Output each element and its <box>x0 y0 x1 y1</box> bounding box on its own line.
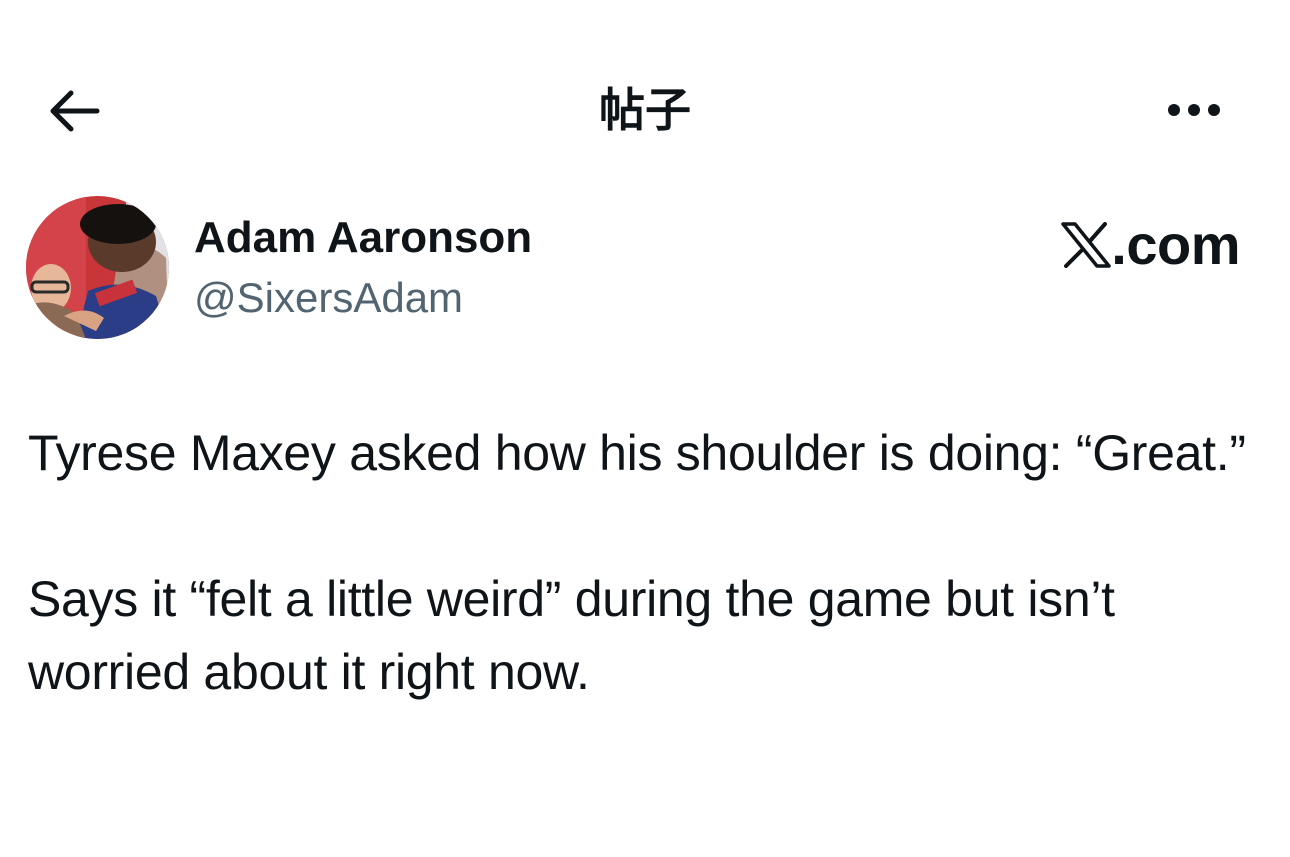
ellipsis-icon <box>1168 104 1220 116</box>
avatar[interactable] <box>26 196 169 339</box>
page-title: 帖子 <box>599 83 691 137</box>
x-logo-icon <box>1061 222 1112 268</box>
x-com-brand: .com <box>1061 210 1240 280</box>
more-options-button[interactable] <box>1158 88 1230 132</box>
top-bar: 帖子 <box>0 60 1290 160</box>
post-body: Tyrese Maxey asked how his shoulder is d… <box>28 417 1268 709</box>
author-handle[interactable]: @SixersAdam <box>194 268 463 328</box>
avatar-photo <box>26 196 169 339</box>
author-name[interactable]: Adam Aaronson <box>194 208 532 268</box>
brand-label: .com <box>1111 213 1240 276</box>
post-paragraph: Says it “felt a little weird” during the… <box>28 571 1115 700</box>
post-paragraph: Tyrese Maxey asked how his shoulder is d… <box>28 425 1246 481</box>
